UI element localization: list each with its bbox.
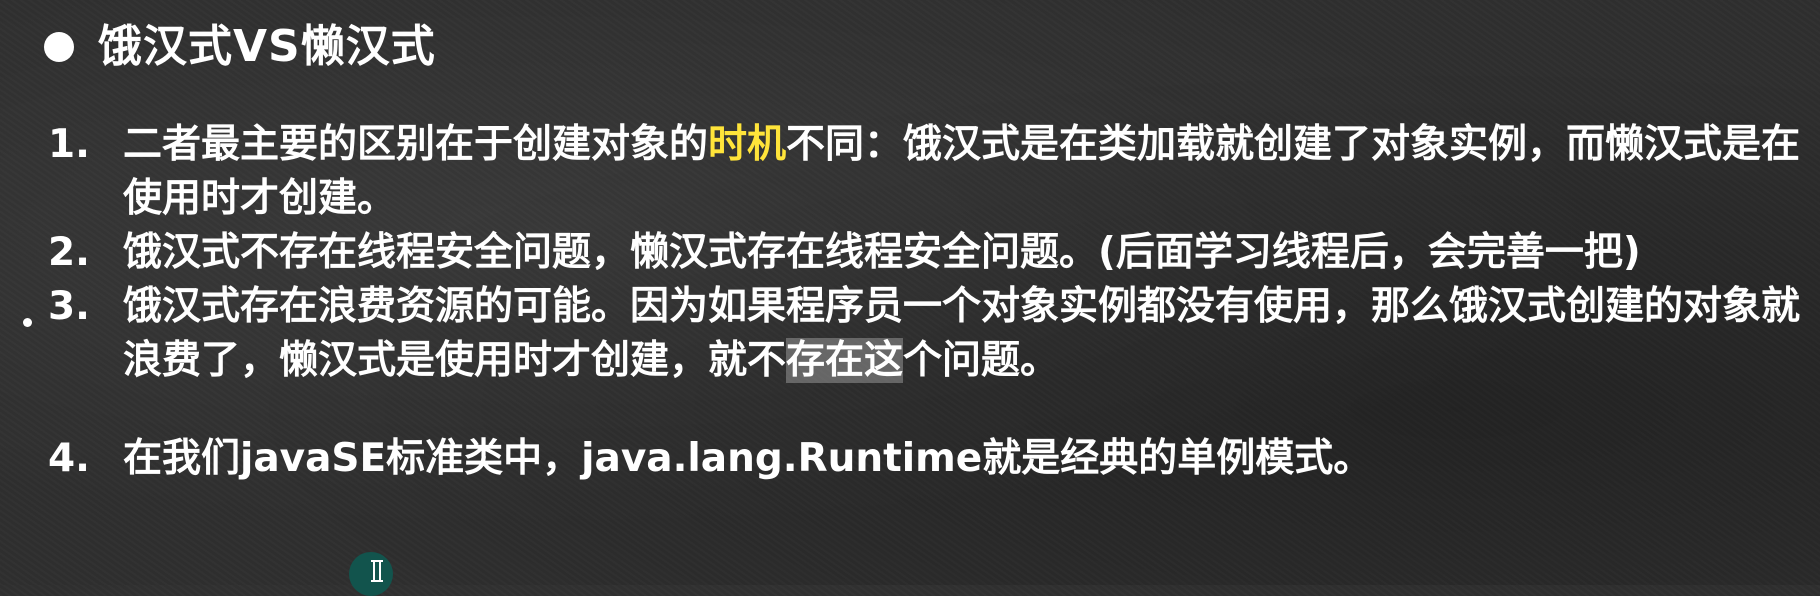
item-text-part: 二者最主要的区别在于创建对象的: [123, 122, 709, 167]
item-number: 4.: [48, 436, 90, 481]
slide-title: 饿汉式VS懒汉式: [98, 21, 436, 72]
item-number: 3.: [48, 284, 90, 329]
item-text: 在我们javaSE标准类中，java.lang.Runtime就是经典的单例模式…: [123, 436, 1373, 481]
slide: 饿汉式VS懒汉式 1. 二者最主要的区别在于创建对象的时机不同：饿汉式是在类加载…: [0, 0, 1820, 596]
list-item-4: 4. 在我们javaSE标准类中，java.lang.Runtime就是经典的单…: [44, 432, 1814, 486]
item-number: 2.: [48, 230, 90, 275]
point-list: 1. 二者最主要的区别在于创建对象的时机不同：饿汉式是在类加载就创建了对象实例，…: [44, 118, 1814, 486]
item-number: 1.: [48, 122, 90, 167]
item-text: 饿汉式不存在线程安全问题，懒汉式存在线程安全问题。(后面学习线程后，会完善一把): [123, 230, 1641, 275]
bullet-dot-icon: [44, 32, 74, 62]
cursor-highlight-ring: [349, 552, 393, 596]
list-item-3: 3. 饿汉式存在浪费资源的可能。因为如果程序员一个对象实例都没有使用，那么饿汉式…: [44, 280, 1814, 388]
list-item-1: 1. 二者最主要的区别在于创建对象的时机不同：饿汉式是在类加载就创建了对象实例，…: [44, 118, 1814, 226]
side-dot-icon: [23, 318, 32, 327]
text-cursor-icon: [371, 560, 383, 582]
selected-text[interactable]: 存在这: [786, 338, 904, 383]
item-text-part: 个问题。: [903, 338, 1060, 383]
title-row: 饿汉式VS懒汉式: [44, 8, 436, 86]
item-text: 二者最主要的区别在于创建对象的时机不同：饿汉式是在类加载就创建了对象实例，而懒汉…: [123, 118, 1813, 226]
highlighted-text: 时机: [708, 122, 787, 167]
list-item-2: 2. 饿汉式不存在线程安全问题，懒汉式存在线程安全问题。(后面学习线程后，会完善…: [44, 226, 1814, 280]
item-text: 饿汉式存在浪费资源的可能。因为如果程序员一个对象实例都没有使用，那么饿汉式创建的…: [123, 280, 1813, 388]
